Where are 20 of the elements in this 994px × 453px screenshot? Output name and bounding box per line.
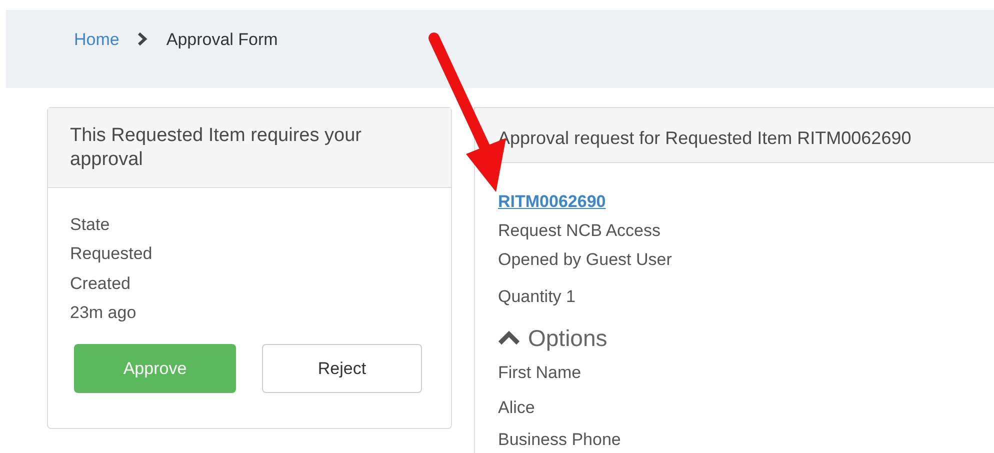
breadcrumb-current: Approval Form: [166, 29, 278, 51]
quantity: Quantity 1: [498, 286, 576, 308]
card-title: This Requested Item requires your approval: [70, 124, 362, 172]
item-number-link[interactable]: RITM0062690: [498, 190, 606, 213]
field-value: Requested: [70, 243, 154, 265]
field-label: State: [70, 214, 111, 236]
field-label: Business Phone: [498, 429, 622, 451]
field-label: First Name: [498, 362, 582, 384]
opened-by: Opened by Guest User: [498, 249, 673, 271]
reject-button[interactable]: Reject: [262, 344, 422, 393]
approve-button[interactable]: Approve: [74, 344, 236, 393]
chevron-right-icon: [137, 32, 148, 46]
card-title: Approval request for Requested Item RITM0062690: [498, 128, 912, 148]
breadcrumb-link[interactable]: Home: [74, 27, 120, 52]
item-name: Request NCB Access: [498, 220, 662, 242]
field-value: 23m ago: [70, 302, 138, 324]
field-value: Alice: [498, 397, 536, 419]
options-toggle[interactable]: Options: [498, 324, 608, 352]
chevron-up-icon: [498, 330, 520, 346]
field-label: Created: [70, 273, 132, 295]
